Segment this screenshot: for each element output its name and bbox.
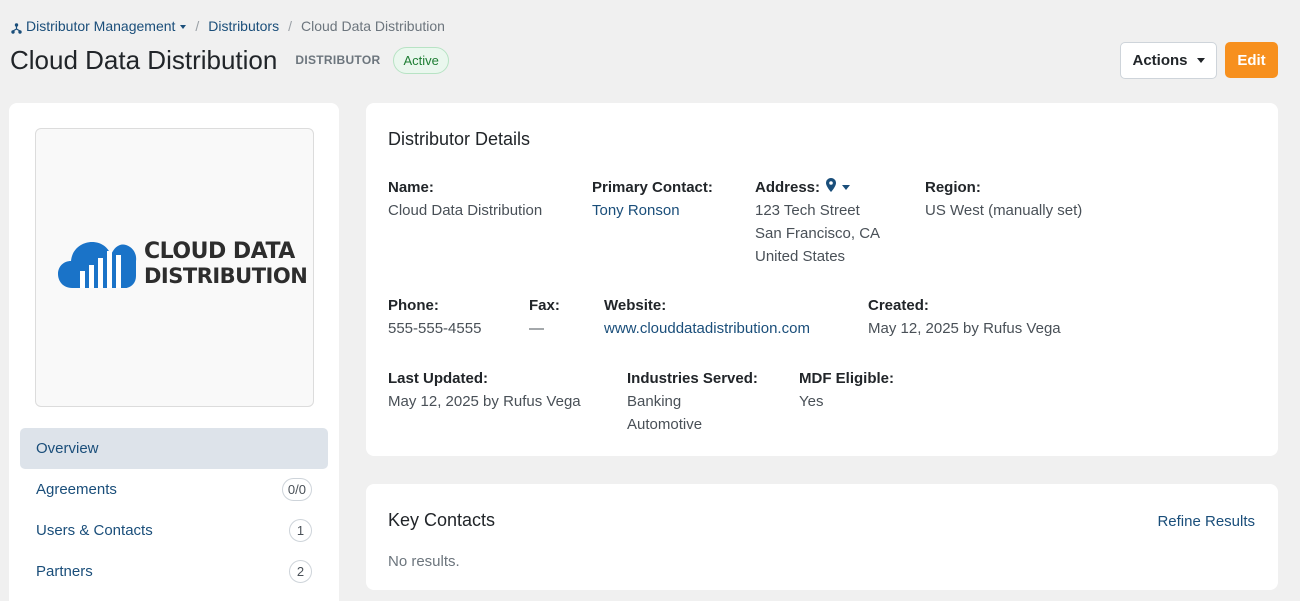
field-website: Website: www.clouddatadistribution.com	[604, 294, 810, 340]
field-label: Phone:	[388, 297, 439, 314]
cloud-logo-icon	[58, 242, 137, 288]
count-badge: 2	[289, 560, 312, 583]
field-label: Last Updated:	[388, 370, 489, 387]
field-label: Website:	[604, 297, 667, 314]
breadcrumb-current: Cloud Data Distribution	[300, 18, 445, 34]
chevron-down-icon	[180, 25, 187, 30]
card-title: Distributor Details	[388, 129, 531, 149]
address-label: Address:	[755, 179, 821, 196]
field-label: Region:	[925, 179, 981, 196]
refine-results-link[interactable]: Refine Results	[1157, 513, 1255, 530]
field-mdf-eligible: MDF Eligible: Yes	[799, 367, 894, 413]
sidebar-item-users-contacts[interactable]: Users & Contacts 1	[20, 510, 328, 551]
sidebar-item-overview[interactable]: Overview	[20, 428, 328, 469]
breadcrumb-root-label: Distributor Management	[26, 18, 176, 34]
field-label: MDF Eligible:	[799, 370, 894, 387]
field-label: Address:	[755, 176, 880, 199]
logo-line2: DISTRIBUTION	[144, 264, 308, 288]
actions-label: Actions	[1132, 52, 1188, 69]
logo-line1: CLOUD DATA	[144, 239, 295, 264]
sidebar-item-partners[interactable]: Partners 2	[20, 551, 328, 592]
status-badge: Active	[393, 46, 449, 74]
map-pin-icon[interactable]	[826, 176, 837, 199]
breadcrumb-separator: /	[288, 18, 292, 34]
company-logo: CLOUD DATA DISTRIBUTION	[35, 128, 314, 407]
field-last-updated: Last Updated: May 12, 2025 by Rufus Vega	[388, 367, 581, 413]
distributor-details-card: Distributor Details Name: Cloud Data Dis…	[366, 103, 1278, 456]
empty-state-text: No results.	[388, 553, 460, 570]
breadcrumb-separator: /	[195, 18, 200, 34]
page-header: Cloud Data Distribution DISTRIBUTOR Acti…	[10, 42, 449, 78]
primary-contact-link[interactable]: Tony Ronson	[592, 202, 680, 219]
count-badge: 1	[289, 519, 312, 542]
website-link[interactable]: www.clouddatadistribution.com	[604, 320, 810, 337]
field-industries-served: Industries Served: Banking Automotive	[627, 367, 758, 436]
field-label: Primary Contact:	[592, 179, 713, 196]
key-contacts-card: Key Contacts Refine Results No results.	[366, 484, 1278, 590]
address-line: United States	[755, 248, 846, 265]
field-phone: Phone: 555-555-4555	[388, 294, 481, 340]
sidebar-item-label: Partners	[36, 563, 93, 580]
card-title: Key Contacts	[388, 510, 496, 530]
sidebar-card: CLOUD DATA DISTRIBUTION Overview Agreeme…	[9, 103, 339, 601]
field-label: Fax:	[529, 297, 560, 314]
chevron-down-icon	[1196, 58, 1205, 63]
hierarchy-icon	[11, 21, 22, 34]
field-value: May 12, 2025 by Rufus Vega	[388, 393, 581, 410]
breadcrumb: Distributor Management / Distributors / …	[11, 17, 445, 35]
field-name: Name: Cloud Data Distribution	[388, 176, 542, 222]
sidebar-item-label: Overview	[36, 440, 99, 457]
chevron-down-icon[interactable]	[842, 185, 851, 190]
field-value: 555-555-4555	[388, 320, 482, 337]
field-fax: Fax: —	[529, 294, 560, 340]
actions-dropdown-button[interactable]: Actions	[1120, 42, 1217, 79]
field-value: US West (manually set)	[925, 202, 1083, 219]
field-label: Industries Served:	[627, 370, 758, 387]
edit-button[interactable]: Edit	[1225, 42, 1278, 78]
field-label: Name:	[388, 179, 434, 196]
field-value: —	[529, 320, 544, 337]
sidebar-item-label: Users & Contacts	[36, 522, 153, 539]
field-region: Region: US West (manually set)	[925, 176, 1082, 222]
logo-wordmark: CLOUD DATA DISTRIBUTION	[144, 239, 308, 289]
field-primary-contact: Primary Contact: Tony Ronson	[592, 176, 713, 222]
address-line: San Francisco, CA	[755, 225, 881, 242]
industry-item: Banking	[627, 393, 682, 410]
count-badge: 0/0	[281, 478, 312, 501]
field-address: Address: 123 Tech Street San Francisco, …	[755, 176, 880, 268]
sidebar-item-label: Agreements	[36, 481, 117, 498]
field-value: Cloud Data Distribution	[388, 202, 543, 219]
field-created: Created: May 12, 2025 by Rufus Vega	[868, 294, 1061, 340]
sidebar-item-agreements[interactable]: Agreements 0/0	[20, 469, 328, 510]
industry-item: Automotive	[627, 416, 703, 433]
address-line: 123 Tech Street	[755, 202, 860, 219]
breadcrumb-distributor-management[interactable]: Distributor Management	[26, 18, 187, 34]
breadcrumb-distributors[interactable]: Distributors	[208, 18, 279, 34]
page-title: Cloud Data Distribution	[10, 44, 278, 75]
field-value: Yes	[799, 393, 824, 410]
field-value: May 12, 2025 by Rufus Vega	[868, 320, 1061, 337]
entity-type-label: DISTRIBUTOR	[295, 53, 381, 67]
sidebar-nav: Overview Agreements 0/0 Users & Contacts…	[20, 428, 328, 592]
field-label: Created:	[868, 297, 929, 314]
